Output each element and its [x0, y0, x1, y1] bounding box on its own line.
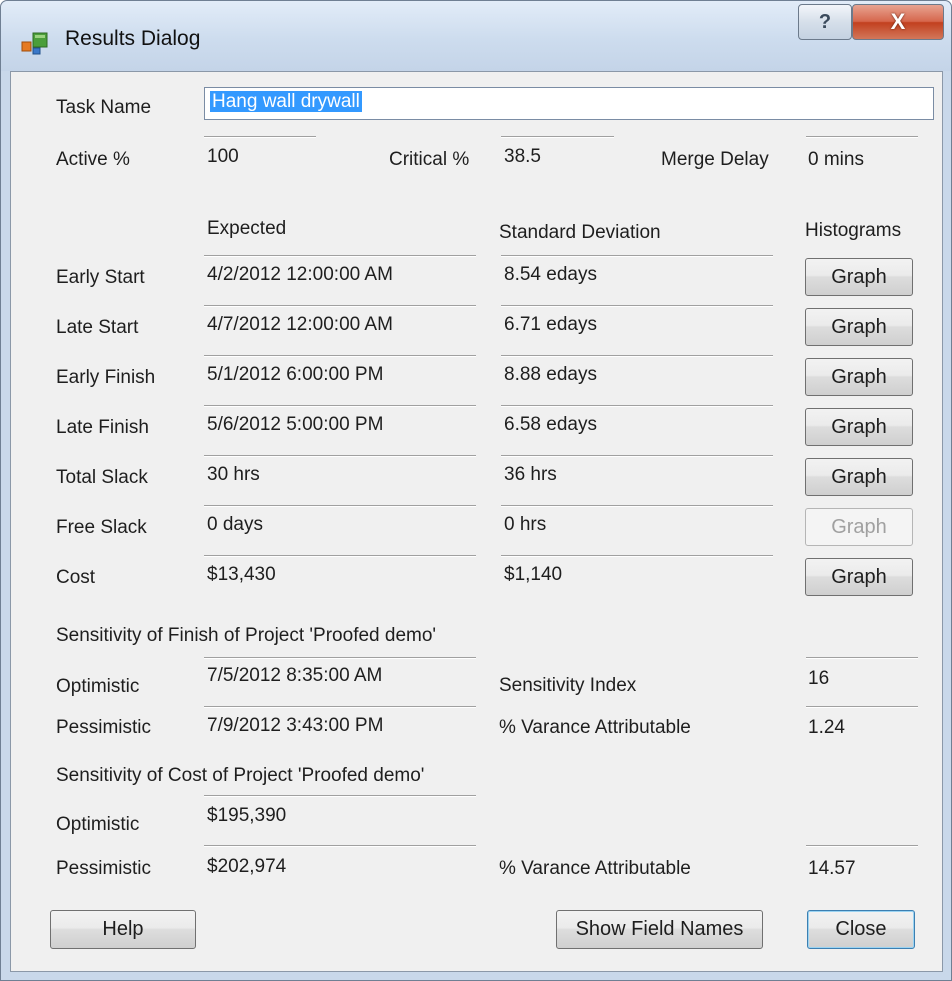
- separator: [501, 505, 773, 507]
- finish-variance-value: 1.24: [808, 717, 845, 738]
- separator: [204, 555, 476, 557]
- results-dialog-window: Results Dialog ? X Task Name Hang wall d…: [0, 0, 952, 981]
- sensitivity-index-label: Sensitivity Index: [499, 675, 637, 696]
- separator: [501, 136, 614, 138]
- std-dev-value: 8.88 edays: [504, 364, 597, 385]
- std-dev-value: 8.54 edays: [504, 264, 597, 285]
- separator: [501, 305, 773, 307]
- histograms-header: Histograms: [805, 220, 902, 241]
- question-icon: ?: [818, 10, 832, 33]
- std-dev-value: 6.71 edays: [504, 314, 597, 335]
- separator: [501, 555, 773, 557]
- separator: [204, 255, 476, 257]
- separator: [204, 455, 476, 457]
- task-name-field[interactable]: Hang wall drywall: [204, 87, 934, 120]
- help-button[interactable]: Help: [50, 910, 196, 949]
- row-label: Late Start: [56, 317, 139, 338]
- separator: [501, 255, 773, 257]
- cost-variance-value: 14.57: [808, 858, 856, 879]
- separator: [204, 136, 316, 138]
- dialog-content: Task Name Hang wall drywall Active % 100…: [10, 71, 943, 972]
- finish-pessimistic-value: 7/9/2012 3:43:00 PM: [207, 715, 384, 736]
- separator: [501, 355, 773, 357]
- app-icon: [21, 31, 49, 55]
- cost-graph-button[interactable]: Graph: [805, 558, 913, 596]
- separator: [806, 706, 918, 708]
- separator: [204, 305, 476, 307]
- early-finish-graph-button[interactable]: Graph: [805, 358, 913, 396]
- critical-percent-label: Critical %: [389, 149, 470, 170]
- close-caption-button[interactable]: X: [852, 4, 944, 40]
- cost-optimistic-label: Optimistic: [56, 814, 140, 835]
- cost-sensitivity-heading: Sensitivity of Cost of Project 'Proofed …: [56, 765, 425, 786]
- expected-header: Expected: [207, 218, 287, 239]
- separator: [501, 405, 773, 407]
- finish-sensitivity-heading: Sensitivity of Finish of Project 'Proofe…: [56, 625, 437, 646]
- finish-variance-label: % Varance Attributable: [499, 717, 691, 738]
- free-slack-graph-button[interactable]: Graph: [805, 508, 913, 546]
- separator: [204, 657, 476, 659]
- separator: [204, 706, 476, 708]
- row-label: Late Finish: [56, 417, 149, 438]
- expected-value: 4/7/2012 12:00:00 AM: [207, 314, 393, 335]
- critical-percent-value: 38.5: [504, 146, 541, 167]
- row-label: Free Slack: [56, 517, 147, 538]
- expected-value: 5/6/2012 5:00:00 PM: [207, 414, 384, 435]
- row-label: Cost: [56, 567, 96, 588]
- separator: [204, 405, 476, 407]
- cost-pessimistic-label: Pessimistic: [56, 858, 152, 879]
- cost-variance-label: % Varance Attributable: [499, 858, 691, 879]
- late-start-graph-button[interactable]: Graph: [805, 308, 913, 346]
- task-name-value: Hang wall drywall: [210, 91, 362, 112]
- help-caption-button[interactable]: ?: [798, 4, 852, 40]
- separator: [806, 657, 918, 659]
- separator: [204, 355, 476, 357]
- show-field-names-button[interactable]: Show Field Names: [556, 910, 763, 949]
- separator: [204, 845, 476, 847]
- expected-value: 0 days: [207, 514, 263, 535]
- title-bar[interactable]: Results Dialog ? X: [1, 1, 951, 71]
- expected-value: 4/2/2012 12:00:00 AM: [207, 264, 393, 285]
- separator: [204, 505, 476, 507]
- task-name-label: Task Name: [56, 97, 152, 118]
- merge-delay-label: Merge Delay: [661, 149, 769, 170]
- window-title: Results Dialog: [65, 27, 201, 50]
- expected-value: 5/1/2012 6:00:00 PM: [207, 364, 384, 385]
- early-start-graph-button[interactable]: Graph: [805, 258, 913, 296]
- standard-deviation-header: Standard Deviation: [499, 222, 661, 243]
- std-dev-value: 6.58 edays: [504, 414, 597, 435]
- std-dev-value: $1,140: [504, 564, 563, 585]
- std-dev-value: 36 hrs: [504, 464, 557, 485]
- total-slack-graph-button[interactable]: Graph: [805, 458, 913, 496]
- active-percent-label: Active %: [56, 149, 130, 170]
- finish-optimistic-value: 7/5/2012 8:35:00 AM: [207, 665, 383, 686]
- active-percent-value: 100: [207, 146, 239, 167]
- row-label: Total Slack: [56, 467, 148, 488]
- merge-delay-value: 0 mins: [808, 149, 864, 170]
- separator: [204, 795, 476, 797]
- cost-pessimistic-value: $202,974: [207, 856, 287, 877]
- expected-value: $13,430: [207, 564, 276, 585]
- separator: [806, 136, 918, 138]
- separator: [806, 845, 918, 847]
- cost-optimistic-value: $195,390: [207, 805, 287, 826]
- row-label: Early Finish: [56, 367, 156, 388]
- late-finish-graph-button[interactable]: Graph: [805, 408, 913, 446]
- separator: [501, 455, 773, 457]
- std-dev-value: 0 hrs: [504, 514, 547, 535]
- finish-pessimistic-label: Pessimistic: [56, 717, 152, 738]
- row-label: Early Start: [56, 267, 145, 288]
- finish-optimistic-label: Optimistic: [56, 676, 140, 697]
- sensitivity-index-value: 16: [808, 668, 830, 689]
- expected-value: 30 hrs: [207, 464, 260, 485]
- close-button[interactable]: Close: [807, 910, 915, 949]
- close-icon: X: [890, 9, 906, 34]
